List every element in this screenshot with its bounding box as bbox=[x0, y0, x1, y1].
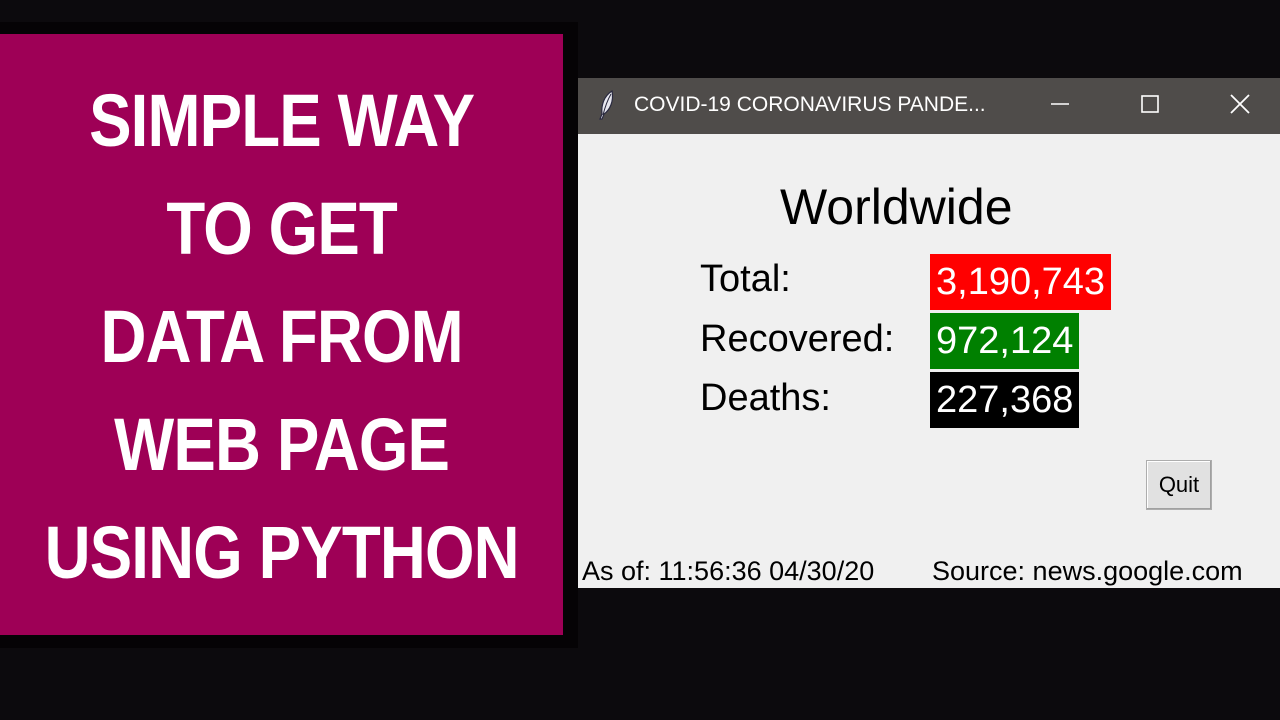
total-label: Total: bbox=[700, 258, 791, 300]
region-heading: Worldwide bbox=[780, 179, 1013, 235]
promo-line-2: TO GET bbox=[166, 186, 397, 270]
promo-headline: SIMPLE WAY TO GET DATA FROM WEB PAGE USI… bbox=[6, 67, 557, 607]
promo-line-5: USING PYTHON bbox=[44, 510, 519, 594]
recovered-value: 972,124 bbox=[930, 313, 1080, 369]
window-content: Worldwide Total: 3,190,743 Recovered: 97… bbox=[578, 134, 1280, 588]
window-title: COVID-19 CORONAVIRUS PANDE... bbox=[634, 93, 986, 116]
promo-panel: SIMPLE WAY TO GET DATA FROM WEB PAGE USI… bbox=[0, 34, 563, 635]
promo-line-3: DATA FROM bbox=[100, 294, 463, 378]
promo-line-1: SIMPLE WAY bbox=[88, 78, 475, 162]
minimize-icon bbox=[1050, 94, 1070, 119]
deaths-value: 227,368 bbox=[930, 372, 1080, 428]
quit-button[interactable]: Quit bbox=[1146, 460, 1212, 510]
as-of-timestamp: As of: 11:56:36 04/30/20 bbox=[582, 556, 875, 586]
screen: SIMPLE WAY TO GET DATA FROM WEB PAGE USI… bbox=[0, 0, 1280, 720]
close-icon bbox=[1229, 93, 1251, 120]
maximize-icon bbox=[1140, 94, 1160, 119]
total-value: 3,190,743 bbox=[930, 254, 1112, 310]
source-label: Source: news.google.com bbox=[932, 556, 1243, 586]
deaths-label: Deaths: bbox=[700, 377, 831, 419]
minimize-button[interactable] bbox=[1030, 78, 1090, 134]
title-bar[interactable]: COVID-19 CORONAVIRUS PANDE... bbox=[578, 78, 1280, 134]
app-window: COVID-19 CORONAVIRUS PANDE... Worldwide … bbox=[578, 78, 1280, 588]
close-button[interactable] bbox=[1210, 78, 1270, 134]
recovered-label: Recovered: bbox=[700, 318, 895, 360]
maximize-button[interactable] bbox=[1120, 78, 1180, 134]
feather-icon bbox=[598, 90, 616, 120]
promo-line-4: WEB PAGE bbox=[114, 402, 450, 486]
